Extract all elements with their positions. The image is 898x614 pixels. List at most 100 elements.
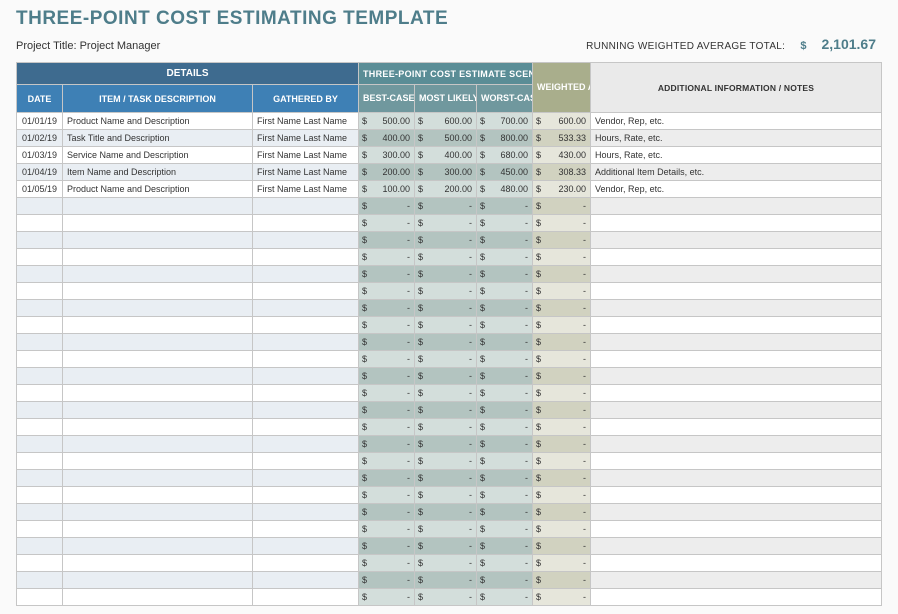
cell-gathered[interactable] [253, 487, 359, 504]
cell-most[interactable]: $- [415, 521, 477, 538]
cell-wavg[interactable]: $- [533, 504, 591, 521]
cell-notes[interactable]: Hours, Rate, etc. [591, 147, 882, 164]
cell-item[interactable]: Product Name and Description [63, 181, 253, 198]
cell-item[interactable] [63, 555, 253, 572]
cell-date[interactable] [17, 402, 63, 419]
cell-worst[interactable]: $480.00 [477, 181, 533, 198]
cell-worst[interactable]: $- [477, 538, 533, 555]
cell-gathered[interactable] [253, 504, 359, 521]
cell-gathered[interactable]: First Name Last Name [253, 130, 359, 147]
cell-wavg[interactable]: $- [533, 470, 591, 487]
cell-best[interactable]: $200.00 [359, 164, 415, 181]
cell-notes[interactable] [591, 538, 882, 555]
cell-gathered[interactable] [253, 368, 359, 385]
cell-wavg[interactable]: $- [533, 589, 591, 606]
cell-best[interactable]: $- [359, 555, 415, 572]
cell-item[interactable] [63, 249, 253, 266]
cell-gathered[interactable] [253, 402, 359, 419]
cell-worst[interactable]: $- [477, 215, 533, 232]
cell-item[interactable] [63, 504, 253, 521]
cell-best[interactable]: $- [359, 572, 415, 589]
cell-best[interactable]: $300.00 [359, 147, 415, 164]
cell-date[interactable]: 01/03/19 [17, 147, 63, 164]
cell-wavg[interactable]: $- [533, 555, 591, 572]
cell-wavg[interactable]: $- [533, 249, 591, 266]
cell-worst[interactable]: $680.00 [477, 147, 533, 164]
cell-worst[interactable]: $- [477, 368, 533, 385]
cell-most[interactable]: $- [415, 555, 477, 572]
cell-most[interactable]: $- [415, 385, 477, 402]
cell-gathered[interactable] [253, 470, 359, 487]
cell-item[interactable] [63, 334, 253, 351]
cell-notes[interactable] [591, 300, 882, 317]
cell-best[interactable]: $400.00 [359, 130, 415, 147]
cell-date[interactable] [17, 538, 63, 555]
cell-gathered[interactable] [253, 589, 359, 606]
cell-notes[interactable] [591, 572, 882, 589]
cell-worst[interactable]: $- [477, 436, 533, 453]
cell-best[interactable]: $- [359, 317, 415, 334]
cell-best[interactable]: $500.00 [359, 113, 415, 130]
cell-notes[interactable]: Additional Item Details, etc. [591, 164, 882, 181]
cell-gathered[interactable]: First Name Last Name [253, 164, 359, 181]
cell-notes[interactable] [591, 589, 882, 606]
cell-best[interactable]: $- [359, 402, 415, 419]
cell-notes[interactable] [591, 283, 882, 300]
cell-gathered[interactable] [253, 419, 359, 436]
cell-gathered[interactable] [253, 555, 359, 572]
cell-item[interactable] [63, 385, 253, 402]
cell-wavg[interactable]: $600.00 [533, 113, 591, 130]
cell-wavg[interactable]: $- [533, 215, 591, 232]
cell-date[interactable] [17, 368, 63, 385]
cell-most[interactable]: $- [415, 283, 477, 300]
cell-most[interactable]: $300.00 [415, 164, 477, 181]
cell-best[interactable]: $- [359, 504, 415, 521]
cell-wavg[interactable]: $- [533, 419, 591, 436]
cell-notes[interactable] [591, 334, 882, 351]
cell-date[interactable] [17, 317, 63, 334]
cell-best[interactable]: $- [359, 538, 415, 555]
cell-most[interactable]: $- [415, 351, 477, 368]
cell-best[interactable]: $- [359, 249, 415, 266]
cell-most[interactable]: $- [415, 487, 477, 504]
cell-date[interactable] [17, 232, 63, 249]
cell-wavg[interactable]: $- [533, 198, 591, 215]
cell-gathered[interactable] [253, 283, 359, 300]
cell-worst[interactable]: $- [477, 334, 533, 351]
cell-best[interactable]: $- [359, 419, 415, 436]
cell-worst[interactable]: $800.00 [477, 130, 533, 147]
cell-worst[interactable]: $- [477, 232, 533, 249]
cell-gathered[interactable] [253, 538, 359, 555]
cell-item[interactable] [63, 453, 253, 470]
cell-notes[interactable] [591, 555, 882, 572]
cell-item[interactable] [63, 232, 253, 249]
cell-date[interactable] [17, 249, 63, 266]
cell-notes[interactable]: Vendor, Rep, etc. [591, 113, 882, 130]
cell-date[interactable] [17, 487, 63, 504]
cell-notes[interactable] [591, 402, 882, 419]
cell-most[interactable]: $- [415, 215, 477, 232]
cell-notes[interactable] [591, 317, 882, 334]
cell-notes[interactable] [591, 470, 882, 487]
cell-item[interactable] [63, 266, 253, 283]
cell-wavg[interactable]: $- [533, 351, 591, 368]
cell-item[interactable]: Product Name and Description [63, 113, 253, 130]
cell-notes[interactable]: Vendor, Rep, etc. [591, 181, 882, 198]
cell-date[interactable] [17, 266, 63, 283]
cell-best[interactable]: $- [359, 453, 415, 470]
cell-date[interactable] [17, 351, 63, 368]
cell-item[interactable] [63, 436, 253, 453]
cell-notes[interactable] [591, 385, 882, 402]
cell-date[interactable] [17, 283, 63, 300]
cell-item[interactable] [63, 521, 253, 538]
cell-item[interactable] [63, 215, 253, 232]
cell-best[interactable]: $- [359, 385, 415, 402]
cell-gathered[interactable] [253, 351, 359, 368]
cell-notes[interactable] [591, 215, 882, 232]
cell-worst[interactable]: $- [477, 589, 533, 606]
cell-date[interactable] [17, 521, 63, 538]
cell-worst[interactable]: $- [477, 317, 533, 334]
cell-gathered[interactable] [253, 300, 359, 317]
cell-wavg[interactable]: $- [533, 232, 591, 249]
cell-wavg[interactable]: $- [533, 453, 591, 470]
